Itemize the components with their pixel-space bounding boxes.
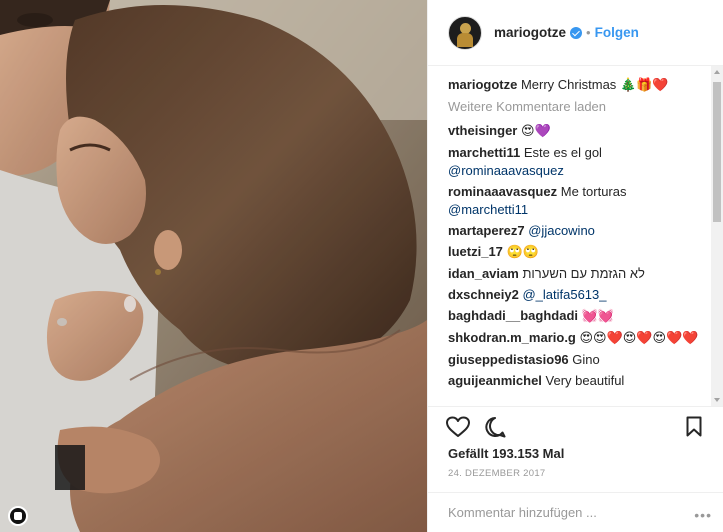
- verified-badge-icon: [570, 26, 583, 39]
- comment-item: rominaaavasquez Me torturas @marchetti11: [448, 183, 704, 219]
- comment-mention-link[interactable]: @rominaaavasquez: [448, 163, 564, 178]
- post-actions: [428, 406, 723, 446]
- photo-illustration: [0, 0, 427, 532]
- load-more-comments-button[interactable]: Weitere Kommentare laden: [448, 99, 704, 114]
- comment-username[interactable]: marchetti11: [448, 145, 520, 160]
- comment-emoji: 🙄🙄: [506, 245, 539, 260]
- caption-username[interactable]: mariogotze: [448, 77, 517, 92]
- comment-username[interactable]: martaperez7: [448, 223, 525, 238]
- more-options-icon[interactable]: •••: [694, 507, 712, 523]
- caption: mariogotze Merry Christmas 🎄🎁❤️: [448, 76, 704, 95]
- instagram-post: mariogotze • Folgen mariogotze Merry Chr…: [0, 0, 723, 532]
- post-sidebar: mariogotze • Folgen mariogotze Merry Chr…: [427, 0, 723, 532]
- comment-item: aguijeanmichel Very beautiful: [448, 372, 704, 390]
- scrollbar-thumb[interactable]: [713, 82, 721, 222]
- comment-text: לא הגזמת עם השערות: [522, 266, 645, 281]
- add-comment-input[interactable]: [448, 505, 668, 520]
- comment-emoji: 😍😍❤️😍❤️😍❤️❤️: [579, 331, 699, 346]
- comment-username[interactable]: idan_aviam: [448, 266, 519, 281]
- scroll-down-arrow-icon[interactable]: [714, 398, 720, 402]
- comment-mention-link[interactable]: @jjacowino: [528, 223, 595, 238]
- caption-text: Merry Christmas: [520, 77, 617, 92]
- comment-username[interactable]: giuseppedistasio96: [448, 352, 569, 367]
- comments-scrollbar[interactable]: [711, 66, 723, 406]
- comment-username[interactable]: aguijeanmichel: [448, 373, 542, 388]
- avatar[interactable]: [448, 15, 482, 50]
- comment-text: Me torturas: [560, 184, 627, 199]
- comment-text: Very beautiful: [545, 373, 625, 388]
- comment-mention-link[interactable]: @_latifa5613_: [522, 287, 606, 302]
- separator-dot: •: [586, 25, 591, 40]
- comment-item: dxschneiy2 @_latifa5613_: [448, 286, 704, 304]
- post-photo[interactable]: [0, 0, 427, 532]
- comment-username[interactable]: shkodran.m_mario.g: [448, 330, 576, 345]
- comment-username[interactable]: vtheisinger: [448, 123, 517, 138]
- comment-icon[interactable]: [484, 416, 506, 438]
- post-header: mariogotze • Folgen: [428, 0, 723, 66]
- tagged-user-icon[interactable]: [8, 506, 28, 526]
- comment-item: giuseppedistasio96 Gino: [448, 351, 704, 369]
- comment-text: Gino: [572, 352, 600, 367]
- caption-emoji: 🎄🎁❤️: [619, 78, 669, 93]
- comments-list[interactable]: mariogotze Merry Christmas 🎄🎁❤️ Weitere …: [428, 66, 723, 406]
- follow-button[interactable]: Folgen: [595, 25, 639, 40]
- comment-emoji: 😍💜: [520, 124, 551, 139]
- comment-item: vtheisinger 😍💜: [448, 122, 704, 141]
- comment-item: idan_aviam לא הגזמת עם השערות: [448, 265, 704, 283]
- comment-username[interactable]: luetzi_17: [448, 244, 503, 259]
- comment-text: Este es el gol: [523, 145, 602, 160]
- comment-item: shkodran.m_mario.g 😍😍❤️😍❤️😍❤️❤️: [448, 329, 704, 348]
- scroll-up-arrow-icon[interactable]: [714, 70, 720, 74]
- post-author-username[interactable]: mariogotze: [494, 25, 566, 40]
- heart-icon[interactable]: [446, 416, 470, 438]
- bookmark-icon[interactable]: [686, 416, 702, 437]
- add-comment-bar: •••: [428, 492, 723, 532]
- comment-username[interactable]: dxschneiy2: [448, 287, 519, 302]
- comment-username[interactable]: rominaaavasquez: [448, 184, 557, 199]
- comment-item: martaperez7 @jjacowino: [448, 222, 704, 240]
- comment-item: luetzi_17 🙄🙄: [448, 243, 704, 262]
- comment-username[interactable]: baghdadi__baghdadi: [448, 308, 578, 323]
- likes-count[interactable]: Gefällt 193.153 Mal: [448, 446, 564, 461]
- comment-item: baghdadi__baghdadi 💓💓: [448, 307, 704, 326]
- comment-item: marchetti11 Este es el gol @rominaaavasq…: [448, 144, 704, 180]
- comment-mention-link[interactable]: @marchetti11: [448, 202, 528, 217]
- post-date[interactable]: 24. DEZEMBER 2017: [448, 468, 546, 479]
- comment-emoji: 💓💓: [581, 309, 615, 324]
